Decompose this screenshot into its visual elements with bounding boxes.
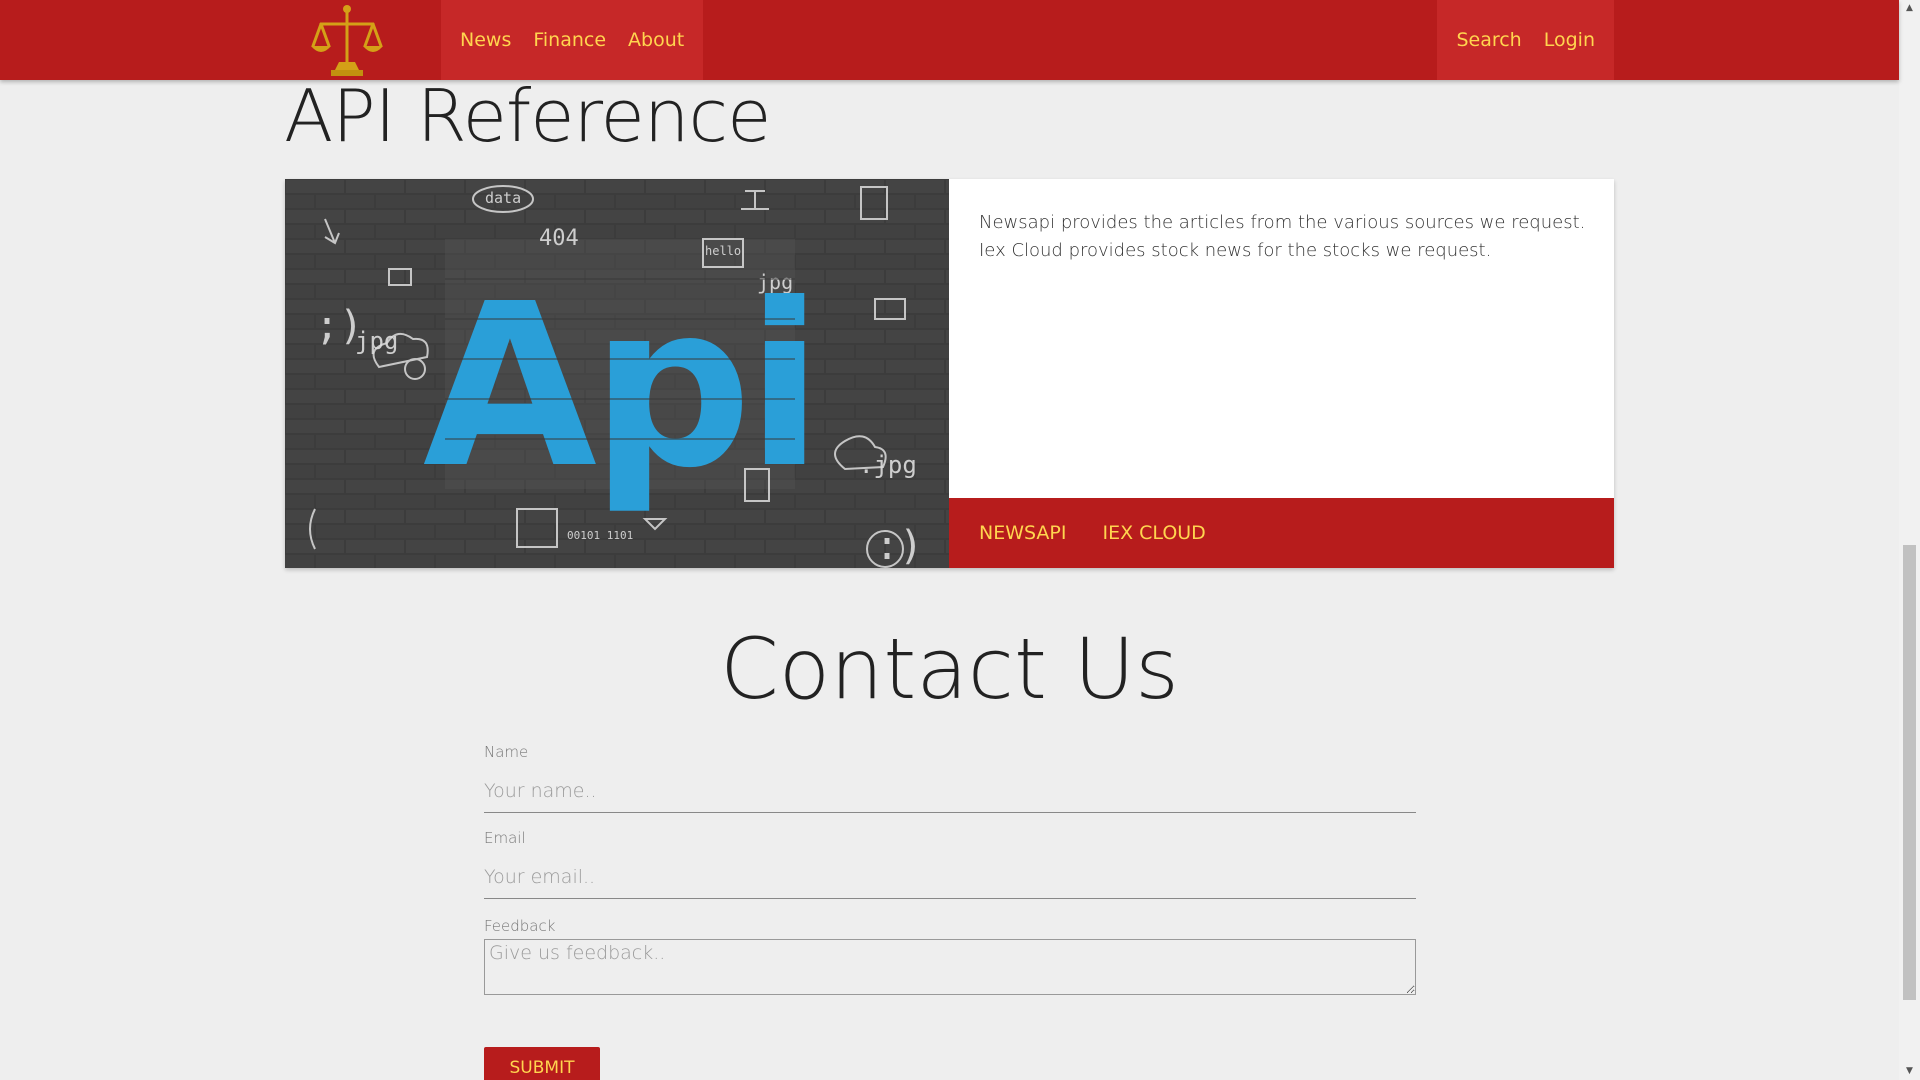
api-description-line-2: Iex Cloud provides stock news for the st…	[979, 240, 1492, 261]
page-scrollbar[interactable]: ▲ ▼	[1899, 0, 1920, 1080]
scales-of-justice-icon[interactable]	[309, 2, 385, 78]
nav-link-finance[interactable]: Finance	[522, 29, 617, 51]
name-input[interactable]	[484, 769, 1416, 813]
api-card-actions: NEWSAPI IEX CLOUD	[949, 498, 1614, 568]
scrollbar-thumb[interactable]	[1903, 545, 1916, 1000]
binary-label: 00101 1101	[567, 529, 633, 542]
api-reference-heading: API Reference	[284, 74, 771, 158]
submit-button[interactable]: SUBMIT	[484, 1047, 600, 1080]
scroll-up-arrow-icon[interactable]: ▲	[1899, 0, 1920, 17]
svg-text::): :)	[875, 523, 923, 568]
api-illustration-image: data 404 jpg .jpg jpg hello 00101 1101 ;…	[285, 179, 949, 568]
nav-right-group: Search Login	[1437, 0, 1614, 80]
scroll-down-arrow-icon[interactable]: ▼	[1899, 1063, 1920, 1080]
contact-us-heading: Contact Us	[720, 620, 1179, 718]
data-label: data	[485, 189, 521, 207]
iex-cloud-link[interactable]: IEX CLOUD	[1102, 522, 1205, 544]
nav-left-group: News Finance About	[441, 0, 704, 80]
api-reference-card: data 404 jpg .jpg jpg hello 00101 1101 ;…	[285, 179, 1614, 568]
svg-text:;): ;)	[315, 303, 363, 349]
email-label: Email	[484, 829, 526, 847]
nav-link-login[interactable]: Login	[1533, 29, 1606, 51]
feedback-label: Feedback	[484, 917, 556, 935]
name-label: Name	[484, 743, 529, 761]
error-404-label: 404	[539, 226, 579, 251]
nav-link-news[interactable]: News	[449, 29, 522, 51]
newsapi-link[interactable]: NEWSAPI	[979, 522, 1066, 544]
nav-link-about[interactable]: About	[617, 29, 695, 51]
top-navbar: News Finance About Search Login	[0, 0, 1899, 80]
jpg-label-right: .jpg	[859, 451, 917, 479]
nav-link-search[interactable]: Search	[1445, 29, 1532, 51]
feedback-textarea[interactable]	[484, 939, 1416, 995]
api-description: Newsapi provides the articles from the v…	[979, 209, 1589, 265]
contact-form: Name Email Feedback	[484, 743, 1416, 995]
email-input[interactable]	[484, 855, 1416, 899]
navbar-inner: News Finance About Search Login	[285, 0, 1614, 80]
api-description-line-1: Newsapi provides the articles from the v…	[979, 212, 1586, 233]
api-big-text: Api	[423, 256, 817, 518]
